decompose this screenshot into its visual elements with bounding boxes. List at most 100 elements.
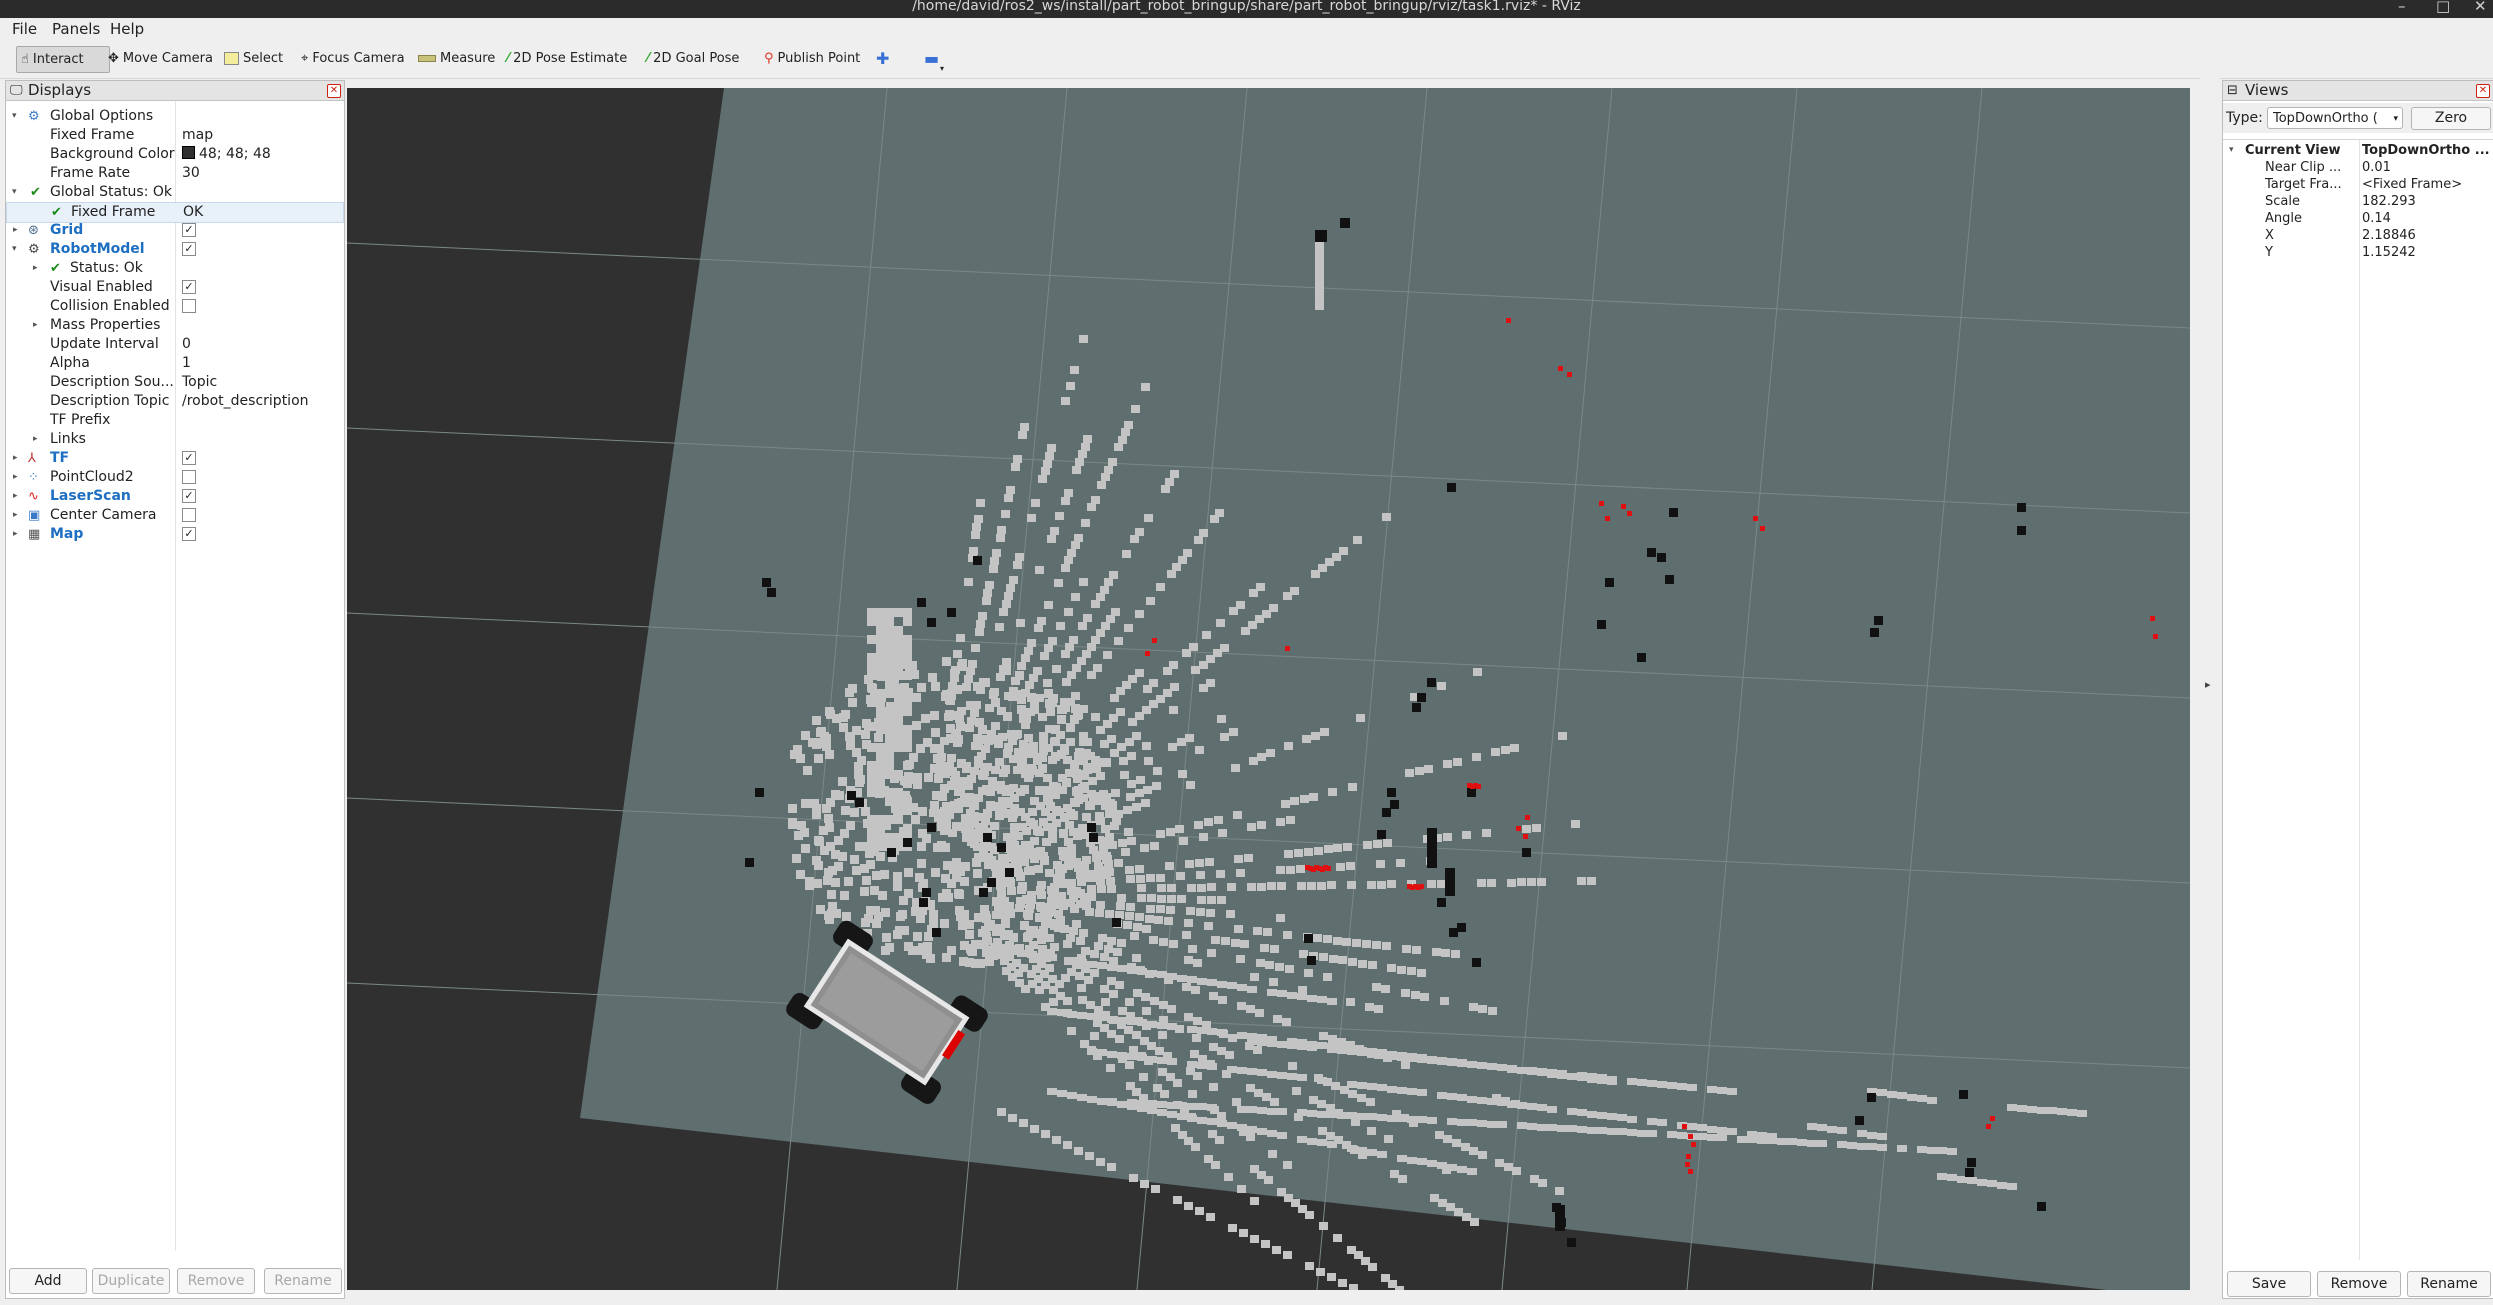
tree-row-frame-rate[interactable]: Frame Rate 30 <box>6 164 344 183</box>
tree-row-global-status[interactable]: ▾ ✔ Global Status: Ok <box>6 183 344 202</box>
chevron-right-icon[interactable]: ▸ <box>33 430 38 449</box>
current-view-row[interactable]: ▾ Current View TopDownOrtho ... <box>2223 142 2493 159</box>
occupancy-map[interactable] <box>347 88 2190 1290</box>
view-type-select[interactable]: TopDownOrtho ( ▾ <box>2267 107 2403 129</box>
tree-row-laserscan[interactable]: ▸ ∿ LaserScan ✓ <box>6 487 344 506</box>
render-3d-view[interactable] <box>347 88 2190 1290</box>
angle-row[interactable]: Angle 0.14 <box>2223 210 2493 227</box>
chevron-right-icon[interactable]: ▸ <box>13 525 18 544</box>
free-cell <box>1469 1003 1478 1011</box>
select-tool-button[interactable]: Select <box>220 46 287 71</box>
panel-splitter[interactable]: ▸ <box>2200 78 2220 1298</box>
focus-camera-tool-button[interactable]: ⌖ Focus Camera <box>297 46 409 71</box>
free-cell <box>2057 1108 2067 1115</box>
add-tool-icon[interactable]: ✚ <box>872 46 893 71</box>
tree-row-links[interactable]: ▸ Links <box>6 430 344 449</box>
close-icon[interactable]: ✕ <box>2474 0 2487 15</box>
tree-row-description-source[interactable]: Description Sou... Topic <box>6 373 344 392</box>
axes-icon: ⅄ <box>28 451 36 466</box>
tree-row-robot-status[interactable]: ▸ ✔ Status: Ok <box>6 259 344 278</box>
close-icon[interactable]: ✕ <box>327 84 341 98</box>
remove-display-button[interactable]: Remove <box>177 1268 255 1294</box>
tree-row-update-interval[interactable]: Update Interval 0 <box>6 335 344 354</box>
collision-enabled-checkbox[interactable] <box>182 299 196 313</box>
tree-row-status-fixed-frame[interactable]: ✔ Fixed Frame OK <box>6 202 344 223</box>
tree-row-alpha[interactable]: Alpha 1 <box>6 354 344 373</box>
free-cell <box>1143 786 1152 794</box>
robot-model-checkbox[interactable]: ✓ <box>182 242 196 256</box>
pose-estimate-tool-button[interactable]: ⁄ 2D Pose Estimate <box>503 46 631 71</box>
chevron-down-icon[interactable]: ▾ <box>2229 142 2234 159</box>
move-camera-tool-button[interactable]: ✥ Move Camera <box>104 46 217 71</box>
visual-enabled-checkbox[interactable]: ✓ <box>182 280 196 294</box>
free-cell <box>1175 825 1184 833</box>
free-cell <box>1080 770 1089 778</box>
tree-row-mass-properties[interactable]: ▸ Mass Properties <box>6 316 344 335</box>
free-cell <box>1001 510 1010 518</box>
map-checkbox[interactable]: ✓ <box>182 527 196 541</box>
chevron-down-icon[interactable]: ▾ <box>12 107 17 126</box>
target-frame-row[interactable]: Target Fra... <Fixed Frame> <box>2223 176 2493 193</box>
x-row[interactable]: X 2.18846 <box>2223 227 2493 244</box>
chevron-right-icon[interactable]: ▸ <box>13 487 18 506</box>
chevron-right-icon[interactable]: ▸ <box>13 221 18 240</box>
chevron-down-icon[interactable]: ▾ <box>12 240 17 259</box>
laserscan-checkbox[interactable]: ✓ <box>182 489 196 503</box>
free-cell <box>1037 891 1046 899</box>
scale-row[interactable]: Scale 182.293 <box>2223 193 2493 210</box>
menu-panels[interactable]: Panels <box>52 20 100 38</box>
tree-row-visual-enabled[interactable]: Visual Enabled ✓ <box>6 278 344 297</box>
chevron-right-icon[interactable]: ▸ <box>13 468 18 487</box>
maximize-icon[interactable]: □ <box>2436 0 2450 15</box>
center-camera-checkbox[interactable] <box>182 508 196 522</box>
tree-row-map[interactable]: ▸ ▦ Map ✓ <box>6 525 344 544</box>
zero-button[interactable]: Zero <box>2411 107 2491 130</box>
free-cell <box>1247 986 1257 993</box>
chevron-right-icon[interactable]: ▸ <box>33 316 38 335</box>
free-cell <box>1063 756 1072 764</box>
free-cell <box>935 769 944 777</box>
tree-row-robot-model[interactable]: ▾ ⚙ RobotModel ✓ <box>6 240 344 259</box>
close-icon[interactable]: ✕ <box>2476 84 2490 98</box>
tree-row-background-color[interactable]: Background Color 48; 48; 48 <box>6 145 344 164</box>
free-cell <box>1377 1114 1387 1121</box>
menu-help[interactable]: Help <box>110 20 144 38</box>
rename-view-button[interactable]: Rename <box>2407 1271 2491 1297</box>
duplicate-display-button[interactable]: Duplicate <box>92 1268 170 1294</box>
chevron-right-icon[interactable]: ▸ <box>13 449 18 468</box>
interact-tool-button[interactable]: ☝ Interact <box>16 46 110 73</box>
measure-tool-button[interactable]: Measure <box>414 46 499 71</box>
tree-row-center-camera[interactable]: ▸ ▣ Center Camera <box>6 506 344 525</box>
rename-display-button[interactable]: Rename <box>264 1268 342 1294</box>
occupied-cell <box>1874 616 1883 625</box>
chevron-right-icon[interactable]: ▸ <box>33 259 38 278</box>
remove-view-button[interactable]: Remove <box>2317 1271 2401 1297</box>
tree-row-grid[interactable]: ▸ ⊛ Grid ✓ <box>6 221 344 240</box>
chevron-down-icon[interactable]: ▾ <box>12 183 17 202</box>
tree-row-pointcloud2[interactable]: ▸ ⁘ PointCloud2 <box>6 468 344 487</box>
free-cell <box>1441 949 1450 957</box>
free-cell <box>1115 981 1124 989</box>
grid-checkbox[interactable]: ✓ <box>182 223 196 237</box>
tree-row-tf[interactable]: ▸ ⅄ TF ✓ <box>6 449 344 468</box>
free-cell <box>1318 1127 1327 1135</box>
free-cell <box>1115 1035 1124 1043</box>
tree-row-description-topic[interactable]: Description Topic /robot_description <box>6 392 344 411</box>
tool-dropdown-icon[interactable]: ▾ <box>936 56 948 81</box>
goal-pose-tool-button[interactable]: ⁄ 2D Goal Pose <box>643 46 743 71</box>
tree-row-collision-enabled[interactable]: Collision Enabled <box>6 297 344 316</box>
add-display-button[interactable]: Add <box>9 1268 87 1294</box>
menu-file[interactable]: File <box>12 20 37 38</box>
publish-point-tool-button[interactable]: ⚲ Publish Point <box>760 46 864 71</box>
tree-row-tf-prefix[interactable]: TF Prefix <box>6 411 344 430</box>
near-clip-row[interactable]: Near Clip ... 0.01 <box>2223 159 2493 176</box>
tree-row-fixed-frame[interactable]: Fixed Frame map <box>6 126 344 145</box>
minimize-icon[interactable]: – <box>2398 0 2406 15</box>
tree-row-global-options[interactable]: ▾ ⚙ Global Options <box>6 107 344 126</box>
save-view-button[interactable]: Save <box>2227 1271 2311 1297</box>
chevron-right-icon[interactable]: ▸ <box>13 506 18 525</box>
pointcloud2-checkbox[interactable] <box>182 470 196 484</box>
tf-checkbox[interactable]: ✓ <box>182 451 196 465</box>
free-cell <box>876 716 885 725</box>
y-row[interactable]: Y 1.15242 <box>2223 244 2493 261</box>
